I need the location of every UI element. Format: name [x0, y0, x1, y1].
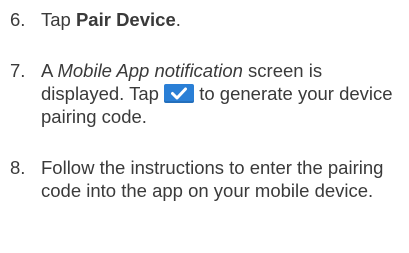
checkmark-icon: [171, 87, 188, 100]
step-number: 6.: [10, 9, 26, 30]
step-number: 7.: [10, 60, 26, 81]
step-text: Tap Pair Device.: [41, 8, 405, 31]
step-text-after: .: [175, 9, 181, 30]
step-text-before: A: [41, 60, 58, 81]
step-number: 8.: [10, 157, 26, 178]
step-text: A Mobile App notification screen is disp…: [41, 59, 405, 128]
checkmark-button-icon: [164, 84, 195, 103]
step-6: 6. Tap Pair Device.: [10, 8, 405, 31]
pair-device-label: Pair Device: [75, 9, 176, 30]
step-text: Follow the instructions to enter the pai…: [41, 157, 384, 201]
step-text-before: Tap: [41, 9, 76, 30]
mobile-app-notification-label: Mobile App notification: [57, 60, 243, 81]
step-7: 7. A Mobile App notification screen is d…: [10, 59, 405, 128]
step-8: 8. Follow the instructions to enter the …: [10, 156, 405, 202]
